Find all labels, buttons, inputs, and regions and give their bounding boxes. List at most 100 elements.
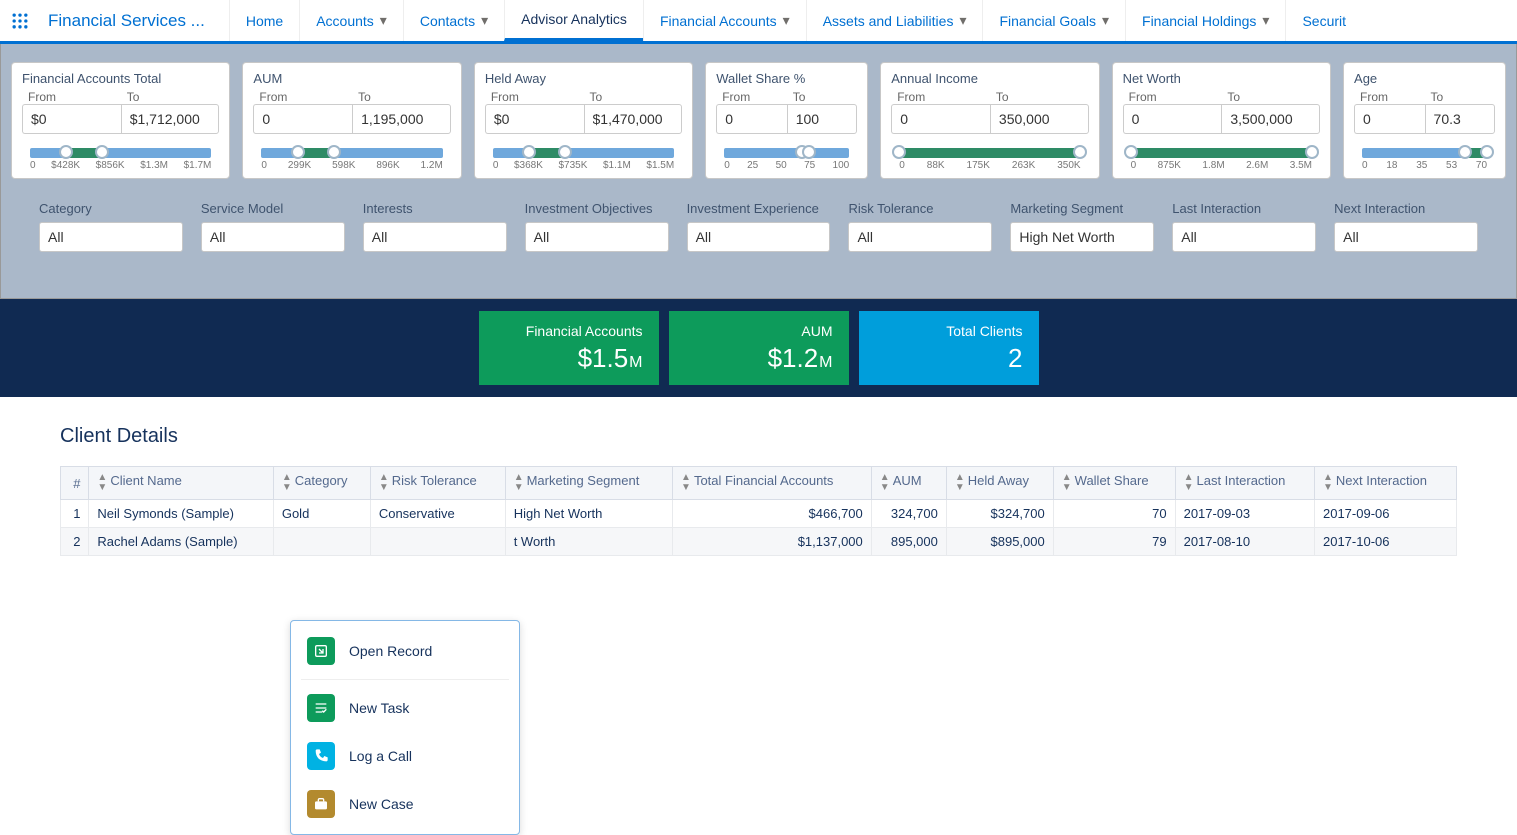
chevron-down-icon[interactable]: ▾ [783, 12, 790, 29]
col-category[interactable]: ▲▼Category [273, 467, 370, 500]
sort-icon[interactable]: ▲▼ [379, 473, 389, 493]
cell: t Worth [505, 528, 672, 556]
nav-tab-home[interactable]: Home [229, 0, 299, 41]
kpi-financial-accounts[interactable]: Financial Accounts$1.5M [479, 311, 659, 385]
filter-select[interactable]: All [687, 222, 831, 252]
range-to-label: To [352, 90, 451, 104]
cell: 1 [61, 500, 89, 528]
chevron-down-icon[interactable]: ▾ [959, 12, 966, 29]
slider-ticks: 0$428K$856K$1.3M$1.7M [30, 160, 211, 171]
chevron-down-icon[interactable]: ▾ [1102, 12, 1109, 29]
slider-handle-to[interactable] [1480, 145, 1494, 159]
col-aum[interactable]: ▲▼AUM [871, 467, 946, 500]
kpi-bar: Financial Accounts$1.5MAUM$1.2MTotal Cli… [0, 299, 1517, 397]
range-from-input[interactable] [485, 104, 584, 134]
range-from-input[interactable] [891, 104, 990, 134]
filter-select[interactable]: All [525, 222, 669, 252]
filter-select[interactable]: All [848, 222, 992, 252]
filter-select[interactable]: All [201, 222, 345, 252]
nav-tab-label: Accounts [316, 13, 374, 29]
ctx-open-record[interactable]: Open Record [291, 627, 519, 675]
table-row[interactable]: 1Neil Symonds (Sample)GoldConservativeHi… [61, 500, 1457, 528]
slider-handle-from[interactable] [1458, 145, 1472, 159]
cell: Gold [273, 500, 370, 528]
slider-handle-to[interactable] [1073, 145, 1087, 159]
filter-select[interactable]: High Net Worth [1010, 222, 1154, 252]
filter-label: Investment Experience [687, 201, 831, 216]
range-title: Annual Income [891, 71, 1088, 86]
col-risk-tolerance[interactable]: ▲▼Risk Tolerance [370, 467, 505, 500]
sort-icon[interactable]: ▲▼ [880, 473, 890, 493]
slider-handle-from[interactable] [291, 145, 305, 159]
call-icon [307, 742, 335, 770]
range-from-input[interactable] [1354, 104, 1425, 134]
range-slider[interactable]: 0$428K$856K$1.3M$1.7M [22, 142, 219, 172]
range-to-input[interactable] [787, 104, 858, 134]
nav-tab-financial-goals[interactable]: Financial Goals▾ [982, 0, 1125, 41]
range-to-input[interactable] [1425, 104, 1496, 134]
range-to-input[interactable] [121, 104, 220, 134]
kpi-value: $1.2M [768, 343, 833, 374]
nav-tab-contacts[interactable]: Contacts▾ [403, 0, 504, 41]
col-wallet-share[interactable]: ▲▼Wallet Share [1053, 467, 1175, 500]
range-to-input[interactable] [1221, 104, 1320, 134]
ctx-new-case[interactable]: New Case [291, 780, 519, 828]
range-to-input[interactable] [584, 104, 683, 134]
top-nav: Financial Services ... HomeAccounts▾Cont… [0, 0, 1517, 44]
col--[interactable]: # [61, 467, 89, 500]
sort-icon[interactable]: ▲▼ [681, 473, 691, 493]
nav-tab-accounts[interactable]: Accounts ▾ [299, 0, 403, 41]
range-to-input[interactable] [990, 104, 1089, 134]
app-launcher-icon[interactable] [0, 1, 40, 41]
nav-tab-assets-and-liabilities[interactable]: Assets and Liabilities▾ [806, 0, 983, 41]
kpi-total-clients[interactable]: Total Clients2 [859, 311, 1039, 385]
range-slider[interactable]: 088K175K263K350K [891, 142, 1088, 172]
range-from-input[interactable] [22, 104, 121, 134]
range-title: Age [1354, 71, 1495, 86]
nav-tab-securit[interactable]: Securit [1285, 0, 1362, 41]
range-slider[interactable]: 0$368K$735K$1.1M$1.5M [485, 142, 682, 172]
table-row[interactable]: 2Rachel Adams (Sample)t Worth$1,137,0008… [61, 528, 1457, 556]
col-client-name[interactable]: ▲▼Client Name [89, 467, 273, 500]
sort-icon[interactable]: ▲▼ [1062, 473, 1072, 493]
kpi-aum[interactable]: AUM$1.2M [669, 311, 849, 385]
col-held-away[interactable]: ▲▼Held Away [946, 467, 1053, 500]
slider-handle-to[interactable] [1305, 145, 1319, 159]
cell: $895,000 [946, 528, 1053, 556]
nav-tab-financial-holdings[interactable]: Financial Holdings▾ [1125, 0, 1285, 41]
range-slider[interactable]: 018355370 [1354, 142, 1495, 172]
sort-icon[interactable]: ▲▼ [955, 473, 965, 493]
range-from-input[interactable] [1123, 104, 1222, 134]
sort-icon[interactable]: ▲▼ [97, 473, 107, 493]
sort-icon[interactable]: ▲▼ [1184, 473, 1194, 493]
filter-select[interactable]: All [1172, 222, 1316, 252]
filter-select[interactable]: All [39, 222, 183, 252]
nav-tab-advisor-analytics[interactable]: Advisor Analytics [504, 0, 643, 41]
slider-handle-from[interactable] [522, 145, 536, 159]
ctx-new-task[interactable]: New Task [291, 684, 519, 732]
sort-icon[interactable]: ▲▼ [1323, 473, 1333, 493]
range-from-input[interactable] [716, 104, 787, 134]
range-from-input[interactable] [253, 104, 352, 134]
sort-icon[interactable]: ▲▼ [282, 473, 292, 493]
col-marketing-segment[interactable]: ▲▼Marketing Segment [505, 467, 672, 500]
chevron-down-icon[interactable]: ▾ [481, 12, 488, 29]
cell [370, 528, 505, 556]
sort-icon[interactable]: ▲▼ [514, 473, 524, 493]
range-to-input[interactable] [352, 104, 451, 134]
range-slider[interactable]: 0299K598K896K1.2M [253, 142, 450, 172]
chevron-down-icon[interactable]: ▾ [1262, 12, 1269, 29]
filter-select[interactable]: All [1334, 222, 1478, 252]
slider-handle-from[interactable] [1124, 145, 1138, 159]
filter-select[interactable]: All [363, 222, 507, 252]
ctx-log-a-call[interactable]: Log a Call [291, 732, 519, 780]
col-last-interaction[interactable]: ▲▼Last Interaction [1175, 467, 1314, 500]
range-slider[interactable]: 0875K1.8M2.6M3.5M [1123, 142, 1320, 172]
slider-handle-to[interactable] [327, 145, 341, 159]
chevron-down-icon[interactable]: ▾ [380, 12, 387, 29]
nav-tab-financial-accounts[interactable]: Financial Accounts▾ [643, 0, 806, 41]
slider-ticks: 018355370 [1362, 160, 1487, 171]
col-total-financial-accounts[interactable]: ▲▼Total Financial Accounts [673, 467, 872, 500]
range-slider[interactable]: 0255075100 [716, 142, 857, 172]
col-next-interaction[interactable]: ▲▼Next Interaction [1314, 467, 1456, 500]
